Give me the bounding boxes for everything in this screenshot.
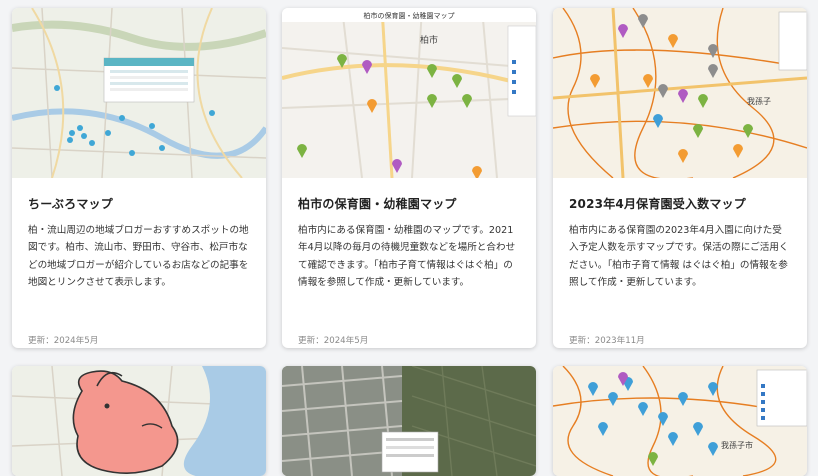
map-inner-title: 柏市の保育園・幼稚園マップ <box>364 11 455 20</box>
card-updated-date: 更新：2024年5月 <box>298 336 369 346</box>
map-thumbnail-image: 柏市の保育園・幼稚園マップ 柏市 <box>282 8 536 178</box>
card-thumbnail-aerial-photo[interactable] <box>282 366 536 476</box>
map-city-label: 我孫子 <box>747 96 771 106</box>
map-card-nursery[interactable]: 柏市の保育園・幼稚園マップ 柏市 柏市の保育園・幼稚園マップ 柏市内にある保育園… <box>282 8 536 348</box>
card-title: ちーぶろマップ <box>28 197 113 211</box>
map-card-grid: ちーぶろマップ 柏・流山周辺の地域ブロガーおすすめスポットの地図です。柏市、流山… <box>0 0 818 476</box>
card-description: 柏市内にある保育園の2023年4月入園に向けた受入予定人数を示すマップです。保活… <box>569 225 789 288</box>
card-updated-date: 更新：2024年5月 <box>28 336 99 346</box>
map-thumbnail-image <box>12 366 266 476</box>
map-card-chiburo[interactable]: ちーぶろマップ 柏・流山周辺の地域ブロガーおすすめスポットの地図です。柏市、流山… <box>12 8 266 348</box>
map-thumbnail-image <box>282 366 536 476</box>
card-thumbnail-chiburo-map[interactable] <box>12 8 266 178</box>
card-thumbnail-nursery-map[interactable]: 柏市の保育園・幼稚園マップ 柏市 <box>282 8 536 178</box>
map-city-label: 柏市 <box>420 34 438 46</box>
card-description: 柏・流山周辺の地域ブロガーおすすめスポットの地図です。柏市、流山市、野田市、守谷… <box>28 225 249 288</box>
map-city-label: 我孫子市 <box>721 440 753 450</box>
map-card-capacity[interactable]: 我孫子 2023年4月保育園受入数マップ 柏市内にある保育園の2023年4月入園… <box>553 8 807 348</box>
map-card-capacity-2[interactable]: 我孫子市 <box>553 366 807 476</box>
card-description: 柏市内にある保育園・幼稚園のマップです。2021年4月以降の毎月の待機児童数など… <box>298 225 516 288</box>
map-thumbnail-image: 我孫子 <box>553 8 807 178</box>
card-title: 2023年4月保育園受入数マップ <box>569 197 746 211</box>
map-card-aerial[interactable] <box>282 366 536 476</box>
map-card-mascot[interactable] <box>12 366 266 476</box>
map-thumbnail-image <box>12 8 266 178</box>
map-thumbnail-image: 我孫子市 <box>553 366 807 476</box>
card-thumbnail-capacity-map[interactable]: 我孫子 <box>553 8 807 178</box>
card-updated-date: 更新：2023年11月 <box>569 336 645 346</box>
card-thumbnail-mascot-map[interactable] <box>12 366 266 476</box>
card-thumbnail-capacity-map-2[interactable]: 我孫子市 <box>553 366 807 476</box>
card-title: 柏市の保育園・幼稚園マップ <box>298 197 457 211</box>
